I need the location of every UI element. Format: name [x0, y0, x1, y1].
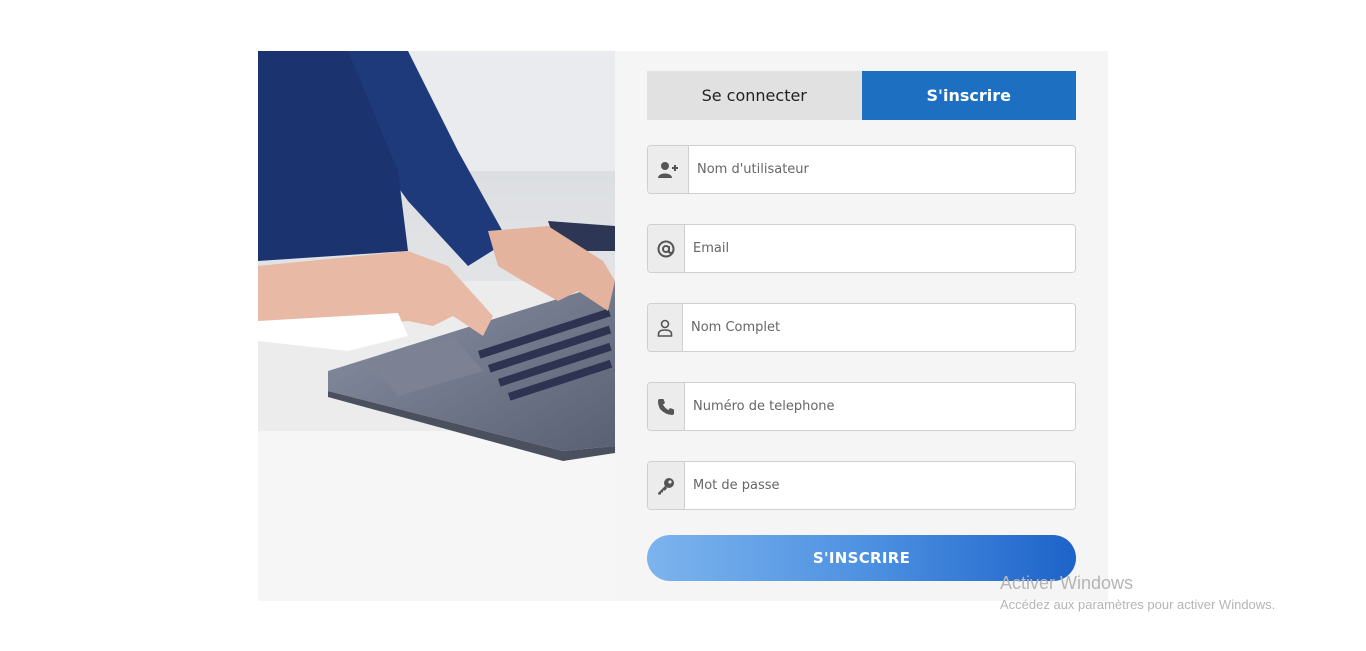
auth-tabs: Se connecter S'inscrire	[647, 71, 1076, 120]
phone-icon	[648, 383, 685, 430]
phone-field-group	[647, 382, 1076, 431]
email-input[interactable]	[685, 225, 1075, 272]
fullname-field-group	[647, 303, 1076, 352]
watermark-title: Activer Windows	[1000, 573, 1134, 593]
password-input[interactable]	[685, 462, 1075, 509]
username-field-group	[647, 145, 1076, 194]
user-icon	[648, 304, 683, 351]
form-panel: Se connecter S'inscrire Nom d'utilisateu…	[647, 71, 1076, 581]
tab-login-label: Se connecter	[701, 86, 807, 105]
phone-input[interactable]	[685, 383, 1075, 430]
tab-login[interactable]: Se connecter	[647, 71, 862, 120]
username-input[interactable]	[689, 146, 1075, 193]
windows-activation-watermark: Activer Windows Accédez aux paramètres p…	[1000, 573, 1275, 612]
laptop-typing-photo	[258, 51, 615, 601]
watermark-subtitle: Accédez aux paramètres pour activer Wind…	[1000, 597, 1276, 612]
at-icon	[648, 225, 685, 272]
tab-signup-label: S'inscrire	[926, 86, 1011, 105]
email-field-group	[647, 224, 1076, 273]
password-field-group	[647, 461, 1076, 510]
key-icon	[648, 462, 685, 509]
fullname-input[interactable]	[683, 304, 1075, 351]
signup-card: Se connecter S'inscrire Nom d'utilisateu…	[258, 51, 1108, 601]
user-plus-icon	[648, 146, 689, 193]
tab-signup[interactable]: S'inscrire	[861, 71, 1076, 120]
